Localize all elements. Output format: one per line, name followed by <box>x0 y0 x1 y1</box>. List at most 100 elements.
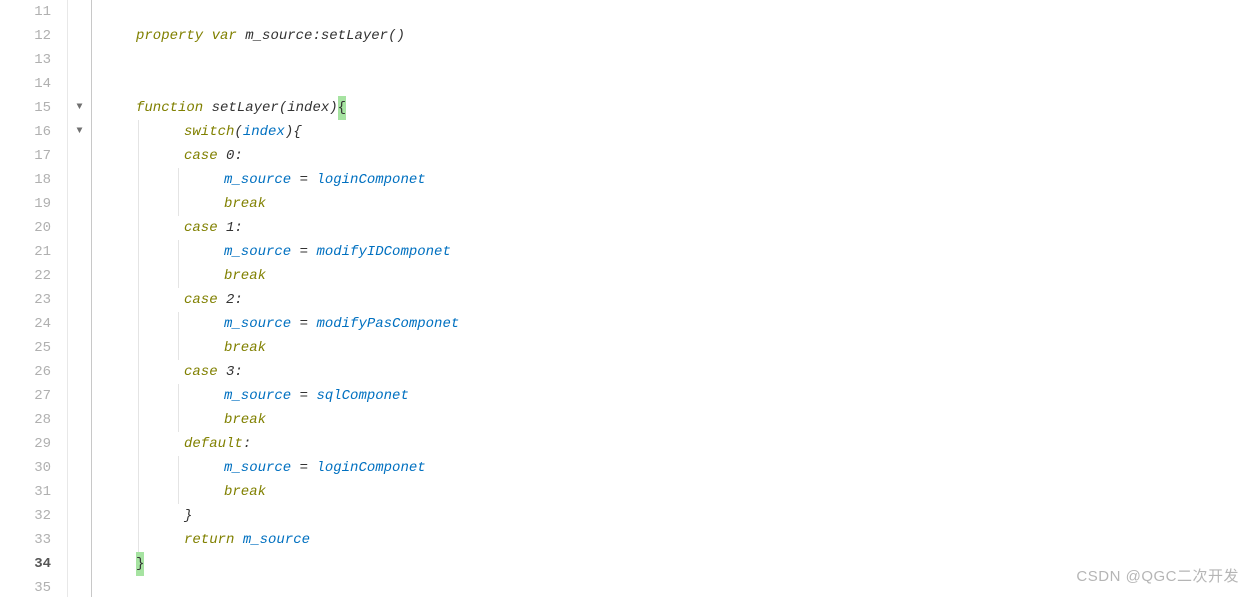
code-token: 1 <box>226 216 234 240</box>
code-token: property <box>136 24 203 48</box>
line-number: 11 <box>0 0 55 24</box>
code-token <box>218 216 226 240</box>
line-number-gutter: 1112131415161718192021222324252627282930… <box>0 0 68 597</box>
fold-spacer <box>68 192 91 216</box>
code-line[interactable]: default: <box>136 432 1257 456</box>
indent <box>136 384 224 408</box>
code-token: () <box>388 24 405 48</box>
line-number: 20 <box>0 216 55 240</box>
line-number: 16 <box>0 120 55 144</box>
indent <box>136 312 224 336</box>
code-line[interactable]: return m_source <box>136 528 1257 552</box>
code-token: m_source <box>224 384 291 408</box>
line-number: 28 <box>0 408 55 432</box>
code-token: : <box>234 216 242 240</box>
code-line[interactable]: break <box>136 264 1257 288</box>
code-line[interactable]: m_source = loginComponet <box>136 168 1257 192</box>
fold-spacer <box>68 216 91 240</box>
code-token: setLayer <box>212 96 279 120</box>
line-number: 19 <box>0 192 55 216</box>
code-token <box>237 24 245 48</box>
fold-spacer <box>68 432 91 456</box>
code-token: 0 <box>226 144 234 168</box>
code-token: m_source <box>224 456 291 480</box>
code-token: = <box>291 240 316 264</box>
indent <box>136 432 184 456</box>
code-line[interactable]: m_source = modifyIDComponet <box>136 240 1257 264</box>
code-token <box>218 288 226 312</box>
code-token: m_source <box>224 312 291 336</box>
fold-toggle-icon[interactable]: ▼ <box>68 96 91 120</box>
fold-spacer <box>68 312 91 336</box>
code-line[interactable]: break <box>136 408 1257 432</box>
code-token: break <box>224 192 266 216</box>
code-line[interactable]: break <box>136 336 1257 360</box>
code-line[interactable]: case 1: <box>136 216 1257 240</box>
code-line[interactable] <box>136 0 1257 24</box>
code-line[interactable]: m_source = modifyPasComponet <box>136 312 1257 336</box>
line-number: 25 <box>0 336 55 360</box>
fold-toggle-icon[interactable]: ▼ <box>68 120 91 144</box>
code-token: modifyPasComponet <box>316 312 459 336</box>
code-token: : <box>234 288 242 312</box>
line-number: 33 <box>0 528 55 552</box>
code-token: break <box>224 480 266 504</box>
indent <box>136 120 184 144</box>
code-token: break <box>224 408 266 432</box>
line-number: 13 <box>0 48 55 72</box>
code-token: 2 <box>226 288 234 312</box>
code-token: ( <box>234 120 242 144</box>
code-line[interactable]: function setLayer(index){ <box>136 96 1257 120</box>
code-line[interactable]: } <box>136 504 1257 528</box>
code-line[interactable]: case 3: <box>136 360 1257 384</box>
code-token <box>203 96 211 120</box>
code-line[interactable] <box>136 72 1257 96</box>
code-token: = <box>291 384 316 408</box>
indent <box>136 264 224 288</box>
fold-spacer <box>68 480 91 504</box>
line-number: 18 <box>0 168 55 192</box>
line-number: 23 <box>0 288 55 312</box>
fold-spacer <box>68 240 91 264</box>
line-number: 26 <box>0 360 55 384</box>
indent <box>136 408 224 432</box>
code-line[interactable]: m_source = loginComponet <box>136 456 1257 480</box>
fold-spacer <box>68 456 91 480</box>
code-editor[interactable]: 1112131415161718192021222324252627282930… <box>0 0 1257 597</box>
code-line[interactable]: property var m_source:setLayer() <box>136 24 1257 48</box>
code-token: switch <box>184 120 234 144</box>
code-line[interactable]: m_source = sqlComponet <box>136 384 1257 408</box>
code-token: loginComponet <box>316 168 425 192</box>
code-line[interactable] <box>136 48 1257 72</box>
code-area[interactable]: property var m_source:setLayer()function… <box>92 0 1257 597</box>
indent <box>136 288 184 312</box>
code-token: } <box>184 504 192 528</box>
fold-spacer <box>68 0 91 24</box>
code-token: } <box>136 552 144 576</box>
code-token: sqlComponet <box>316 384 408 408</box>
line-number: 21 <box>0 240 55 264</box>
fold-spacer <box>68 504 91 528</box>
code-token <box>234 528 242 552</box>
code-line[interactable]: break <box>136 480 1257 504</box>
code-token: case <box>184 144 218 168</box>
code-token: ){ <box>285 120 302 144</box>
code-token: m_source <box>224 240 291 264</box>
indent <box>136 144 184 168</box>
code-token: case <box>184 360 218 384</box>
fold-spacer <box>68 264 91 288</box>
code-token: index <box>243 120 285 144</box>
fold-spacer <box>68 408 91 432</box>
code-line[interactable]: break <box>136 192 1257 216</box>
code-token <box>203 24 211 48</box>
fold-spacer <box>68 552 91 576</box>
code-line[interactable]: case 2: <box>136 288 1257 312</box>
line-number: 30 <box>0 456 55 480</box>
code-line[interactable]: switch(index){ <box>136 120 1257 144</box>
code-line[interactable]: case 0: <box>136 144 1257 168</box>
line-number: 17 <box>0 144 55 168</box>
code-token: var <box>212 24 237 48</box>
indent <box>136 168 224 192</box>
watermark-text: CSDN @QGC二次开发 <box>1076 565 1239 589</box>
code-token: loginComponet <box>316 456 425 480</box>
